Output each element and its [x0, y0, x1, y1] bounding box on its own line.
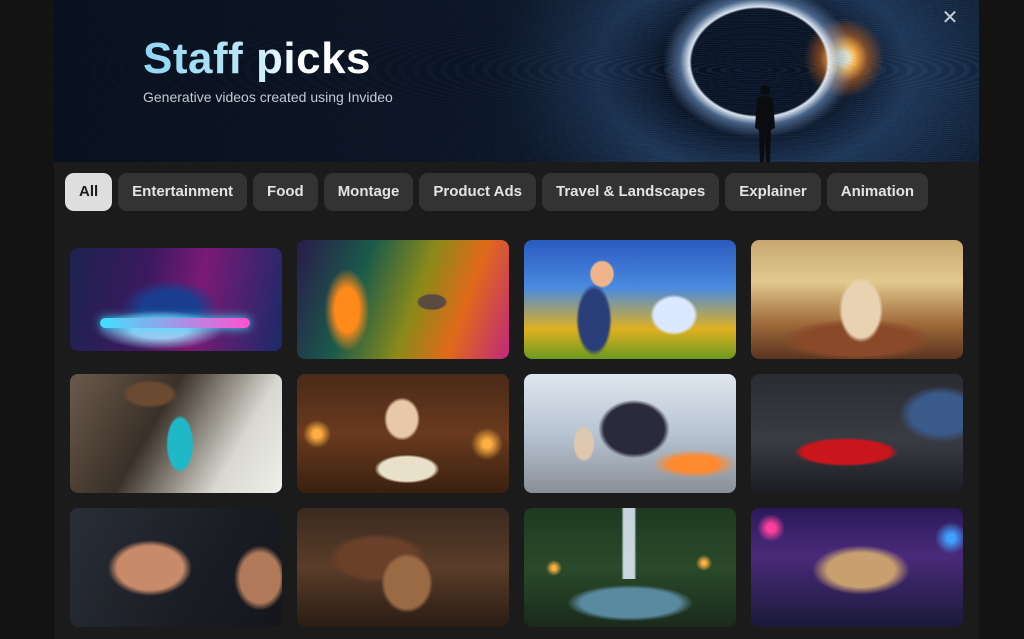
filter-chip-travel-landscapes[interactable]: Travel & Landscapes	[541, 173, 720, 211]
video-thumbnail	[524, 374, 736, 493]
video-grid	[70, 240, 970, 639]
page-subtitle: Generative videos created using Invideo	[143, 89, 393, 105]
video-card-water-bottle[interactable]	[70, 374, 282, 493]
video-thumbnail	[751, 508, 963, 627]
video-thumbnail	[70, 374, 282, 493]
video-thumbnail	[297, 508, 509, 627]
video-thumbnail	[524, 240, 736, 359]
video-card-monster-fight[interactable]	[524, 374, 736, 493]
video-card-candlelight-reading[interactable]	[297, 374, 509, 493]
video-card-hands[interactable]	[70, 508, 282, 627]
filter-chip-animation[interactable]: Animation	[826, 173, 929, 211]
filter-chip-all[interactable]: All	[65, 173, 113, 211]
video-thumbnail	[524, 508, 736, 627]
staff-picks-modal: ✕ Staff picks Generative videos created …	[54, 0, 979, 639]
filter-chip-product-ads[interactable]: Product Ads	[419, 173, 536, 211]
filter-chip-food[interactable]: Food	[253, 173, 318, 211]
close-icon[interactable]: ✕	[938, 6, 962, 30]
video-card-hummingbird[interactable]	[297, 240, 509, 359]
video-card-cartoon-couple[interactable]	[524, 240, 736, 359]
video-thumbnail	[70, 508, 282, 627]
page-title: Staff picks	[143, 34, 372, 83]
filter-chip-entertainment[interactable]: Entertainment	[118, 173, 248, 211]
video-thumbnail	[70, 248, 282, 351]
filter-chip-explainer[interactable]: Explainer	[725, 173, 821, 211]
video-card-food-truck[interactable]	[751, 508, 963, 627]
video-thumbnail	[751, 374, 963, 493]
category-filter-bar: All Entertainment Food Montage Product Ads Tr…	[65, 173, 979, 213]
video-card-red-car[interactable]	[751, 374, 963, 493]
video-thumbnail	[297, 374, 509, 493]
video-card-waterfall[interactable]	[524, 508, 736, 627]
video-thumbnail	[297, 240, 509, 359]
filter-chip-montage[interactable]: Montage	[323, 173, 414, 211]
video-card-pottery[interactable]	[297, 508, 509, 627]
silhouette-figure	[755, 85, 775, 162]
video-card-temple-gods[interactable]	[751, 240, 963, 359]
video-thumbnail	[751, 240, 963, 359]
video-card-sneaker[interactable]	[70, 248, 282, 351]
hero-banner: ✕ Staff picks Generative videos created …	[54, 0, 979, 162]
